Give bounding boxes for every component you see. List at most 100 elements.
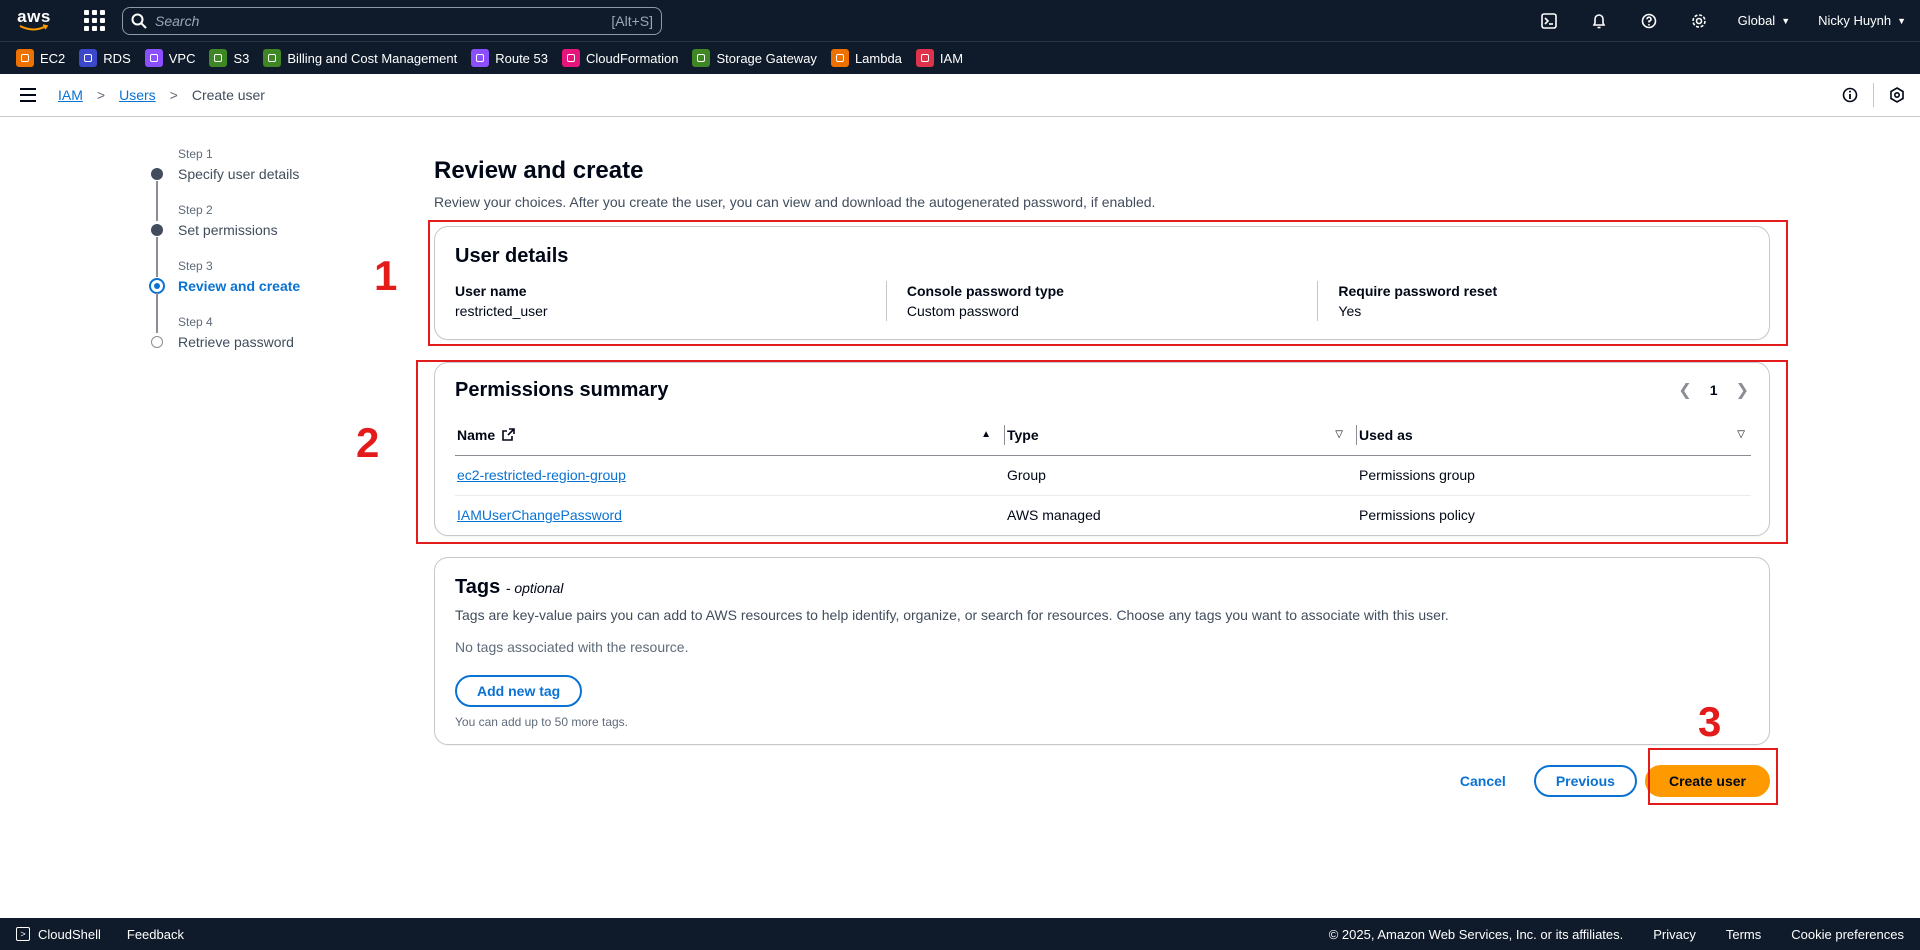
favorite-label: Storage Gateway bbox=[716, 50, 817, 66]
favorite-label: CloudFormation bbox=[585, 50, 679, 66]
chevron-right-icon: > bbox=[96, 87, 106, 103]
service-icon bbox=[16, 49, 34, 67]
service-icon bbox=[79, 49, 98, 67]
services-menu-button[interactable] bbox=[74, 0, 114, 41]
wizard-steps: Step 1 Specify user details Step 2 Set perm… bbox=[148, 146, 388, 370]
annotation-box-3 bbox=[1648, 748, 1778, 805]
cookie-preferences-link[interactable]: Cookie preferences bbox=[1791, 927, 1904, 942]
step-label: Review and create bbox=[178, 278, 301, 294]
top-navigation-bar: aws [Alt+S] Global ▼ Nicky Huynh ▼ bbox=[0, 0, 1920, 41]
favorite-vpc[interactable]: VPC bbox=[144, 42, 196, 75]
service-icon bbox=[561, 49, 580, 67]
service-icon bbox=[692, 49, 711, 67]
service-icon bbox=[915, 49, 934, 67]
wizard-step-3: Step 3 Review and create bbox=[148, 258, 388, 333]
favorite-billing-and-cost-management[interactable]: Billing and Cost Management bbox=[263, 42, 457, 75]
search-shortcut-hint: [Alt+S] bbox=[611, 12, 653, 29]
favorite-label: S3 bbox=[233, 50, 250, 66]
wizard-step-2[interactable]: Step 2 Set permissions bbox=[148, 202, 388, 277]
cloudshell-link[interactable]: > CloudShell bbox=[16, 927, 101, 942]
side-navigation-toggle[interactable] bbox=[20, 74, 50, 117]
favorite-label: Billing and Cost Management bbox=[287, 50, 458, 66]
chevron-right-icon: > bbox=[169, 87, 178, 103]
info-panel-button[interactable] bbox=[1827, 74, 1873, 117]
search-input[interactable] bbox=[155, 12, 612, 29]
breadcrumb-users[interactable]: Users bbox=[119, 87, 156, 103]
favorite-lambda[interactable]: Lambda bbox=[830, 42, 902, 75]
cloudshell-icon: > bbox=[16, 927, 30, 941]
tags-optional-label: - optional bbox=[505, 580, 564, 596]
favorite-s3[interactable]: S3 bbox=[209, 42, 249, 75]
favorite-label: IAM bbox=[939, 50, 964, 66]
favorite-route-53[interactable]: Route 53 bbox=[471, 42, 548, 75]
tags-empty-message: No tags associated with the resource. bbox=[455, 639, 689, 655]
wizard-step-1[interactable]: Step 1 Specify user details bbox=[148, 146, 388, 221]
cancel-button[interactable]: Cancel bbox=[1440, 765, 1526, 797]
aws-logo[interactable]: aws bbox=[6, 0, 62, 41]
favorites-bar: EC2 RDS VPC S3 Billing and Cost Management Ro… bbox=[0, 41, 1920, 74]
annotation-number-1: 1 bbox=[374, 252, 398, 299]
caret-down-icon: ▼ bbox=[1897, 15, 1906, 26]
page-description: Review your choices. After you create th… bbox=[434, 194, 1156, 210]
tags-description: Tags are key-value pairs you can add to … bbox=[455, 607, 1449, 623]
search-box[interactable]: [Alt+S] bbox=[122, 6, 662, 35]
step-number: Step 3 bbox=[178, 259, 213, 273]
search-icon bbox=[131, 13, 147, 29]
breadcrumb-current: Create user bbox=[191, 87, 265, 103]
favorite-ec2[interactable]: EC2 bbox=[16, 42, 65, 75]
region-selector[interactable]: Global ▼ bbox=[1724, 0, 1805, 41]
account-user-name: Nicky Huynh bbox=[1818, 13, 1892, 28]
service-icon bbox=[471, 49, 490, 67]
grid-icon bbox=[83, 10, 105, 31]
cloudshell-button[interactable] bbox=[1524, 0, 1574, 41]
annotation-number-3: 3 bbox=[1698, 698, 1722, 745]
help-button[interactable] bbox=[1624, 0, 1674, 41]
wizard-step-4: Step 4 Retrieve password bbox=[148, 314, 388, 370]
annotation-box-1 bbox=[428, 220, 1788, 346]
favorite-label: RDS bbox=[103, 50, 131, 66]
region-label: Global bbox=[1737, 13, 1776, 28]
step-indicator-icon bbox=[151, 336, 163, 348]
favorite-storage-gateway[interactable]: Storage Gateway bbox=[692, 42, 817, 75]
feedback-link[interactable]: Feedback bbox=[127, 927, 184, 942]
favorite-label: Route 53 bbox=[495, 50, 548, 66]
breadcrumb-iam[interactable]: IAM bbox=[58, 87, 83, 103]
favorite-rds[interactable]: RDS bbox=[79, 42, 131, 75]
tags-container: Tags - optional Tags are key-value pairs… bbox=[434, 557, 1770, 745]
step-indicator-icon bbox=[151, 168, 163, 180]
step-label: Set permissions bbox=[178, 222, 278, 238]
tools-panel-button[interactable] bbox=[1874, 74, 1920, 117]
page-title: Review and create bbox=[434, 157, 644, 184]
console-nav-bar: IAM > Users > Create user bbox=[0, 74, 1920, 117]
breadcrumb: IAM > Users > Create user bbox=[58, 87, 265, 103]
privacy-link[interactable]: Privacy bbox=[1653, 927, 1696, 942]
copyright-text: © 2025, Amazon Web Services, Inc. or its… bbox=[1328, 926, 1624, 942]
footer: > CloudShell Feedback © 2025, Amazon Web… bbox=[0, 918, 1920, 950]
service-icon bbox=[209, 49, 228, 67]
tags-limit-hint: You can add up to 50 more tags. bbox=[455, 715, 629, 729]
account-menu[interactable]: Nicky Huynh ▼ bbox=[1804, 0, 1920, 41]
step-number: Step 4 bbox=[178, 315, 213, 329]
main-content: Review and create Review your choices. A… bbox=[434, 156, 1770, 797]
info-icon bbox=[1842, 87, 1858, 103]
favorite-iam[interactable]: IAM bbox=[915, 42, 964, 75]
add-new-tag-button[interactable]: Add new tag bbox=[455, 675, 583, 707]
tags-title: Tags - optional bbox=[455, 576, 564, 598]
notifications-button[interactable] bbox=[1574, 0, 1624, 41]
bell-icon bbox=[1592, 13, 1605, 28]
service-icon bbox=[830, 49, 849, 67]
terminal-icon bbox=[1540, 12, 1557, 29]
annotation-box-2 bbox=[416, 360, 1788, 544]
help-icon bbox=[1641, 13, 1656, 28]
terms-link[interactable]: Terms bbox=[1726, 927, 1761, 942]
aws-smile-icon bbox=[19, 24, 49, 31]
tools-icon bbox=[1890, 87, 1904, 103]
caret-down-icon: ▼ bbox=[1781, 15, 1791, 26]
favorite-label: VPC bbox=[168, 50, 196, 66]
settings-button[interactable] bbox=[1674, 0, 1724, 41]
step-number: Step 2 bbox=[178, 203, 213, 217]
favorite-cloudformation[interactable]: CloudFormation bbox=[561, 42, 679, 75]
annotation-number-2: 2 bbox=[356, 419, 380, 466]
previous-button[interactable]: Previous bbox=[1533, 765, 1637, 797]
step-label: Retrieve password bbox=[178, 334, 294, 350]
